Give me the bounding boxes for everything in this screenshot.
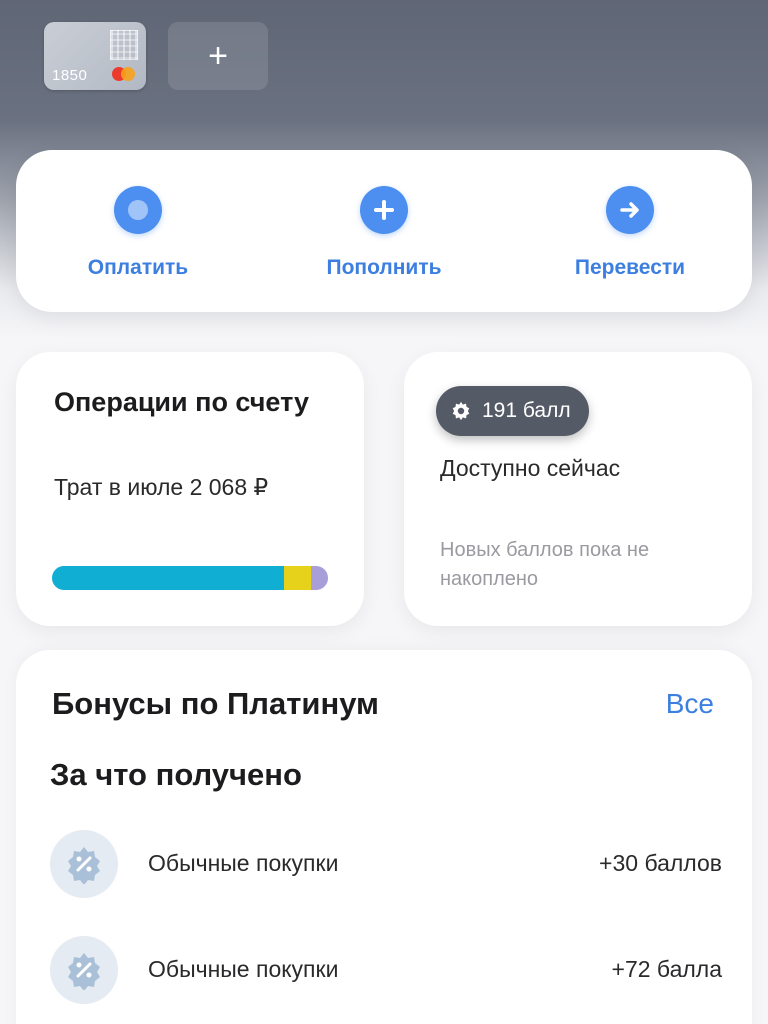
bank-card-thumbnail[interactable]: 1850 — [44, 22, 146, 90]
card-last-digits: 1850 — [52, 67, 88, 84]
card-pattern — [110, 30, 138, 60]
spending-progress-bar — [52, 566, 328, 590]
points-tile[interactable]: 191 балл Доступно сейчас Новых баллов по… — [404, 352, 752, 626]
top-up-label: Пополнить — [326, 256, 442, 279]
pay-label: Оплатить — [87, 256, 189, 279]
spending-segment — [52, 566, 284, 590]
top-up-button[interactable]: Пополнить — [284, 150, 484, 312]
add-card-button[interactable]: + — [168, 22, 268, 90]
transfer-button[interactable]: Перевести — [530, 150, 730, 312]
bonus-item-name: Обычные покупки — [148, 956, 339, 982]
discount-badge-icon — [50, 830, 118, 898]
list-item[interactable]: Обычные покупки +72 балла — [16, 936, 752, 1006]
pay-button[interactable]: Оплатить — [38, 150, 238, 312]
arrow-right-icon — [606, 186, 654, 234]
account-operations-tile[interactable]: Операции по счету Трат в июле 2 068 ₽ — [16, 352, 364, 626]
points-badge-label: 191 балл — [482, 399, 571, 422]
list-item[interactable]: Обычные покупки +30 баллов — [16, 830, 752, 900]
quick-actions-panel: Оплатить Пополнить Перевести — [16, 150, 752, 312]
bonus-item-amount: +72 балла — [611, 956, 722, 982]
earned-for-heading: За что получено — [50, 757, 302, 792]
bonus-item-name: Обычные покупки — [148, 850, 339, 876]
spending-segment — [311, 566, 328, 590]
discount-badge-icon — [50, 936, 118, 1004]
available-now-label: Доступно сейчас — [440, 455, 621, 481]
spending-segment — [283, 566, 312, 590]
bonus-item-amount: +30 баллов — [599, 850, 722, 876]
points-badge: 191 балл — [436, 386, 589, 436]
mastercard-logo-icon — [112, 67, 138, 81]
cards-header: 1850 + — [0, 0, 768, 150]
operations-title: Операции по счету — [54, 387, 309, 417]
plus-icon — [360, 186, 408, 234]
transfer-label: Перевести — [574, 256, 686, 279]
bonuses-section: Бонусы по Платинум Все За что получено О… — [16, 650, 752, 1024]
dot-icon — [114, 186, 162, 234]
bonus-gear-icon — [452, 401, 470, 421]
bonuses-title: Бонусы по Платинум — [52, 686, 379, 721]
all-bonuses-link[interactable]: Все — [666, 688, 714, 720]
new-points-note: Новых баллов пока не накоплено — [440, 539, 650, 590]
monthly-spending-text: Трат в июле 2 068 ₽ — [54, 474, 269, 500]
